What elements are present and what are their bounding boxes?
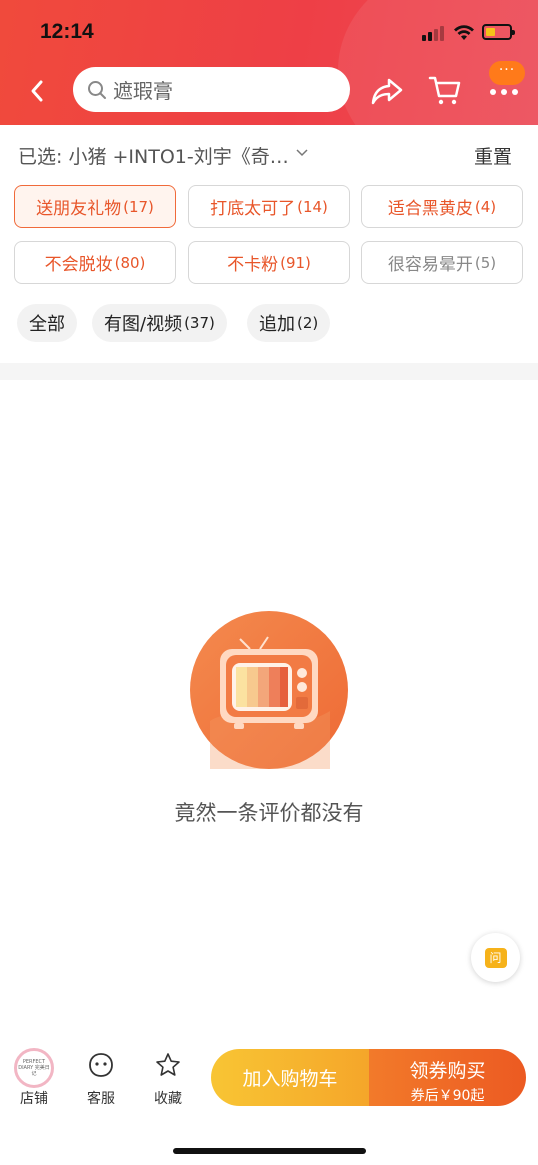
service-label: 客服	[87, 1091, 115, 1107]
sku-selection-row[interactable]: 已选: 小猪 +INTO1-刘宇《奇… 重置	[18, 142, 518, 170]
tag-text: 不卡粉	[227, 255, 279, 275]
filter-text: 全部	[29, 314, 65, 335]
customer-service-button[interactable]: 客服	[76, 1048, 126, 1108]
search-input[interactable]: 遮瑕膏	[73, 67, 350, 112]
tag-count: (4)	[474, 197, 497, 216]
store-logo-text: PERFECT DIARY 完美日记	[18, 1059, 50, 1077]
tv-icon	[190, 611, 348, 769]
share-icon[interactable]	[369, 74, 405, 108]
review-tag[interactable]: 不卡粉 (91)	[188, 241, 350, 284]
tag-text: 不会脱妆	[44, 255, 113, 275]
tag-count: (14)	[297, 197, 328, 216]
filter-count: (2)	[297, 314, 319, 332]
cellular-signal-icon	[422, 25, 448, 41]
search-value: 遮瑕膏	[113, 79, 173, 103]
store-label: 店铺	[20, 1091, 48, 1107]
filter-with-media[interactable]: 有图/视频 (37)	[92, 304, 227, 342]
tag-text: 送朋友礼物	[36, 199, 122, 219]
back-button[interactable]	[22, 76, 52, 106]
filter-count: (37)	[184, 314, 215, 332]
filter-follow-up[interactable]: 追加 (2)	[247, 304, 331, 342]
chat-face-icon	[89, 1053, 113, 1077]
tag-text: 打底太可了	[210, 199, 296, 219]
favorite-label: 收藏	[154, 1091, 182, 1107]
favorite-button[interactable]: 收藏	[143, 1048, 193, 1108]
filter-text: 追加	[259, 314, 295, 335]
review-tag[interactable]: 送朋友礼物 (17)	[14, 185, 176, 228]
tag-text: 适合黑黄皮	[387, 199, 473, 219]
section-divider	[0, 363, 538, 380]
reset-button[interactable]: 重置	[474, 142, 512, 169]
chevron-down-icon	[296, 149, 308, 157]
tag-count: (5)	[474, 253, 497, 272]
tag-text: 很容易晕开	[387, 255, 473, 275]
review-tag[interactable]: 适合黑黄皮 (4)	[361, 185, 523, 228]
add-to-cart-button[interactable]: 加入购物车	[211, 1049, 369, 1106]
top-header: 12:14 遮瑕膏 ···	[0, 0, 538, 125]
search-icon	[88, 80, 106, 99]
message-badge[interactable]: ···	[489, 61, 525, 85]
buy-now-button[interactable]: 领券购买 券后￥90起	[369, 1049, 526, 1106]
tag-count: (91)	[280, 253, 311, 272]
store-button[interactable]: PERFECT DIARY 完美日记 店铺	[9, 1048, 59, 1108]
buy-now-label: 领券购买	[409, 1060, 486, 1082]
more-icon[interactable]	[490, 89, 518, 95]
chevron-left-icon	[31, 80, 43, 102]
selected-sku-label[interactable]: 已选: 小猪 +INTO1-刘宇《奇…	[18, 142, 289, 169]
cart-icon[interactable]	[427, 72, 463, 108]
status-bar: 12:14	[0, 0, 538, 62]
review-tag[interactable]: 打底太可了 (14)	[188, 185, 350, 228]
wifi-icon	[454, 25, 474, 40]
review-tag[interactable]: 很容易晕开 (5)	[361, 241, 523, 284]
star-icon	[156, 1053, 180, 1076]
ask-icon: 问	[484, 947, 507, 968]
filter-text: 有图/视频	[104, 314, 183, 335]
buy-now-price: 券后￥90起	[410, 1088, 485, 1104]
filter-all[interactable]: 全部	[17, 304, 77, 342]
empty-state-message: 竟然一条评价都没有	[174, 801, 364, 825]
battery-icon	[482, 24, 515, 40]
home-indicator	[173, 1148, 366, 1154]
tag-count: (80)	[114, 253, 146, 272]
purchase-bar: 加入购物车 领券购买 券后￥90起	[211, 1049, 526, 1106]
store-logo: PERFECT DIARY 完美日记	[14, 1048, 54, 1088]
review-tag[interactable]: 不会脱妆 (80)	[14, 241, 176, 284]
tag-count: (17)	[123, 197, 154, 216]
status-time: 12:14	[40, 20, 94, 43]
ask-button[interactable]: 问	[471, 933, 520, 982]
